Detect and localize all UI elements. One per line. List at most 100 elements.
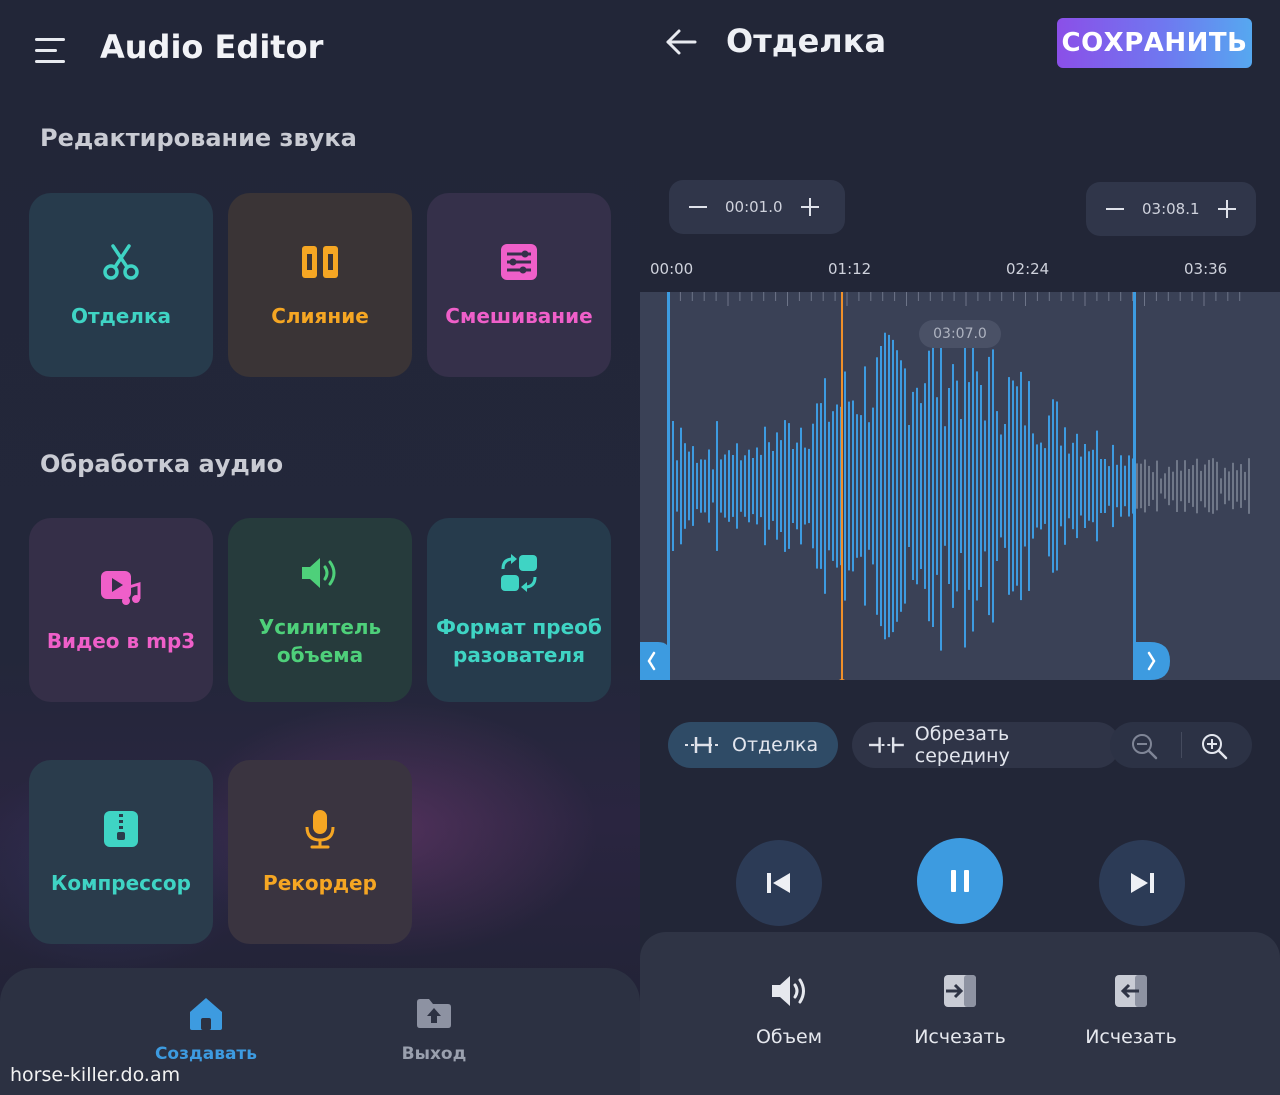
cut-middle-chip[interactable]: Обрезать середину	[852, 722, 1120, 768]
waveform-bar	[1172, 471, 1174, 501]
ruler-tick	[727, 292, 729, 306]
waveform-area[interactable]	[640, 292, 1280, 680]
watermark: horse-killer.do.am	[10, 1064, 181, 1086]
waveform-bar	[1012, 380, 1014, 592]
timeline-tick-label: 00:00	[650, 260, 694, 278]
waveform-bar	[928, 350, 930, 622]
nav-exit-label: Выход	[401, 1044, 467, 1064]
trim-mode-icon	[685, 737, 721, 753]
waveform-bar	[960, 419, 962, 553]
waveform-bar	[844, 371, 846, 601]
card-merge[interactable]: Слияние	[228, 193, 412, 377]
waveform-bar	[688, 451, 690, 521]
end-plus-icon[interactable]	[1216, 198, 1238, 220]
waveform-bar	[1192, 465, 1194, 507]
waveform-bar	[1188, 469, 1190, 503]
card-compressor[interactable]: Компрессор	[29, 760, 213, 944]
waveform-bar	[1196, 458, 1198, 514]
ruler-tick	[1096, 292, 1098, 301]
tool-label: Объем	[755, 1026, 823, 1048]
waveform[interactable]	[640, 292, 1280, 680]
waveform-bar	[804, 447, 806, 525]
ruler-tick	[917, 292, 919, 301]
timeline-tick-label: 01:12	[828, 260, 872, 278]
waveform-bar	[1204, 464, 1206, 508]
zoom-in-icon[interactable]	[1200, 732, 1228, 760]
trim-mode-chip[interactable]: Отделка	[668, 722, 838, 768]
ruler-tick	[1036, 292, 1038, 301]
back-arrow-icon[interactable]	[664, 26, 698, 58]
waveform-bar	[772, 451, 774, 521]
skip-previous-button[interactable]	[736, 840, 822, 926]
nav-create[interactable]: Создавать	[126, 994, 286, 1064]
waveform-bar	[1164, 473, 1166, 499]
waveform-bar	[1044, 448, 1046, 524]
ruler-tick	[703, 292, 705, 301]
microphone-icon	[305, 810, 335, 849]
card-mix[interactable]: Смешивание	[427, 193, 611, 377]
tool-fade-out[interactable]: Исчезать	[1046, 972, 1216, 1048]
start-minus-icon[interactable]	[687, 196, 709, 218]
ruler-tick	[894, 292, 896, 301]
card-video-to-mp3[interactable]: Видео в mp3	[29, 518, 213, 702]
end-minus-icon[interactable]	[1104, 198, 1126, 220]
start-time-value: 00:01.0	[725, 198, 783, 216]
waveform-bar	[832, 411, 834, 561]
tool-volume[interactable]: Объем	[704, 972, 874, 1048]
waveform-bar	[720, 459, 722, 513]
waveform-bar	[848, 401, 850, 571]
ruler-tick	[1144, 292, 1145, 306]
skip-next-button[interactable]	[1099, 840, 1185, 926]
save-button[interactable]: СОХРАНИТЬ	[1057, 18, 1252, 68]
waveform-bar	[1060, 445, 1062, 527]
card-label: Формат преоб разователя	[436, 615, 602, 667]
hamburger-menu-icon[interactable]	[35, 38, 65, 64]
ruler-tick	[989, 292, 991, 301]
waveform-bar	[1004, 424, 1006, 548]
ruler-tick	[1060, 292, 1062, 301]
waveform-bar	[864, 366, 866, 606]
pause-button[interactable]	[917, 838, 1003, 924]
waveform-bar	[1092, 449, 1094, 523]
ruler-tick	[1215, 292, 1217, 301]
card-format-converter[interactable]: Формат преоб разователя	[427, 518, 611, 702]
waveform-bar	[1032, 433, 1034, 539]
ruler-tick	[1167, 292, 1169, 301]
ruler-tick	[1227, 292, 1229, 301]
waveform-bar	[980, 385, 982, 587]
card-label: Компрессор	[51, 871, 191, 895]
waveform-bar	[704, 459, 706, 513]
waveform-bar	[992, 349, 994, 623]
ruler-tick	[906, 292, 907, 306]
waveform-bar	[1228, 471, 1230, 501]
ruler-tick	[953, 292, 955, 301]
right-handle-icon[interactable]	[1133, 642, 1170, 680]
waveform-bar	[744, 455, 746, 517]
waveform-bar	[1000, 434, 1002, 538]
waveform-bar	[920, 403, 922, 569]
card-recorder[interactable]: Рекордер	[228, 760, 412, 944]
tool-fade-in[interactable]: Исчезать	[875, 972, 1045, 1048]
waveform-bar	[988, 356, 990, 616]
ruler-tick	[1203, 292, 1205, 306]
waveform-bars	[672, 321, 1250, 651]
waveform-bar	[1236, 470, 1238, 502]
cut-middle-label: Обрезать середину	[914, 723, 1010, 767]
card-trim[interactable]: Отделка	[29, 193, 213, 377]
card-label: Видео в mp3	[46, 629, 196, 653]
waveform-bar	[1072, 442, 1074, 530]
waveform-bar	[1208, 459, 1210, 513]
waveform-bar	[940, 321, 942, 651]
waveform-bar	[936, 397, 938, 575]
start-plus-icon[interactable]	[799, 196, 821, 218]
card-label: Смешивание	[445, 304, 593, 328]
waveform-bar	[736, 443, 738, 529]
screen-title: Отделка	[726, 22, 887, 60]
waveform-bar	[1080, 456, 1082, 516]
nav-exit[interactable]: Выход	[354, 994, 514, 1064]
zoom-out-icon[interactable]	[1130, 732, 1158, 760]
left-handle-icon[interactable]	[640, 642, 670, 680]
ruler-tick	[1072, 292, 1074, 301]
card-volume-booster[interactable]: Усилитель объема	[228, 518, 412, 702]
waveform-bar	[904, 368, 906, 604]
